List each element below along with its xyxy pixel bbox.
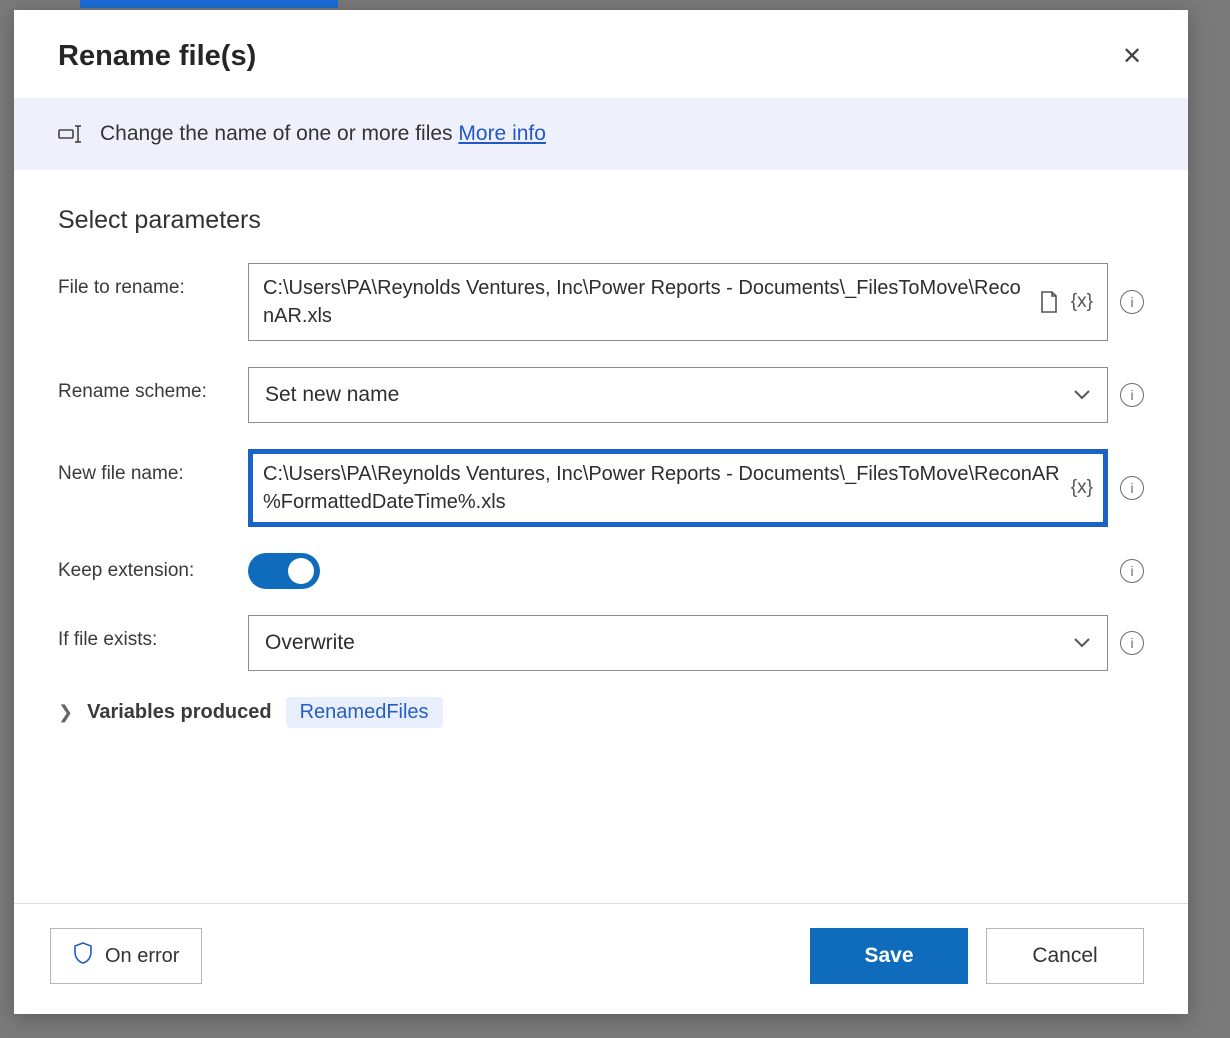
variable-chip-renamedfiles[interactable]: RenamedFiles — [286, 697, 443, 728]
save-button[interactable]: Save — [810, 928, 968, 984]
parameters-section-title: Select parameters — [58, 206, 1144, 235]
file-to-rename-input[interactable]: C:\Users\PA\Reynolds Ventures, Inc\Power… — [248, 263, 1108, 341]
close-icon: ✕ — [1122, 43, 1142, 70]
if-file-exists-label: If file exists: — [58, 615, 248, 651]
file-to-rename-value: C:\Users\PA\Reynolds Ventures, Inc\Power… — [263, 274, 1029, 330]
chevron-down-icon — [1073, 383, 1091, 407]
new-file-name-info-icon[interactable]: i — [1120, 476, 1144, 500]
file-picker-icon[interactable] — [1039, 290, 1059, 314]
new-file-name-input[interactable]: C:\Users\PA\Reynolds Ventures, Inc\Power… — [248, 449, 1108, 527]
if-file-exists-select[interactable]: Overwrite — [248, 615, 1108, 671]
variable-picker-icon[interactable]: {x} — [1071, 291, 1093, 313]
dialog-description-banner: Change the name of one or more files Mor… — [14, 98, 1188, 170]
variables-produced-row[interactable]: ❯ Variables produced RenamedFiles — [58, 697, 1144, 728]
close-button[interactable]: ✕ — [1114, 38, 1150, 74]
banner-text: Change the name of one or more files — [100, 122, 453, 145]
file-to-rename-label: File to rename: — [58, 263, 248, 299]
dialog-title: Rename file(s) — [58, 40, 256, 73]
new-file-name-label: New file name: — [58, 449, 248, 485]
cancel-button[interactable]: Cancel — [986, 928, 1144, 984]
rename-scheme-label: Rename scheme: — [58, 367, 248, 403]
on-error-label: On error — [105, 945, 179, 968]
keep-extension-toggle[interactable] — [248, 553, 320, 589]
variable-picker-icon[interactable]: {x} — [1071, 477, 1093, 499]
rename-scheme-info-icon[interactable]: i — [1120, 383, 1144, 407]
new-file-name-value: C:\Users\PA\Reynolds Ventures, Inc\Power… — [263, 460, 1061, 516]
keep-extension-label: Keep extension: — [58, 560, 248, 582]
variables-produced-label: Variables produced — [87, 701, 272, 724]
rename-scheme-select[interactable]: Set new name — [248, 367, 1108, 423]
chevron-down-icon — [1073, 631, 1091, 655]
chevron-right-icon: ❯ — [58, 702, 73, 723]
rename-icon — [58, 124, 84, 144]
shield-icon — [73, 941, 93, 971]
rename-scheme-value: Set new name — [265, 383, 399, 407]
on-error-button[interactable]: On error — [50, 928, 202, 984]
keep-extension-info-icon[interactable]: i — [1120, 559, 1144, 583]
rename-files-dialog: Rename file(s) ✕ Change the name of one … — [14, 10, 1188, 1014]
if-file-exists-value: Overwrite — [265, 631, 355, 655]
if-file-exists-info-icon[interactable]: i — [1120, 631, 1144, 655]
file-to-rename-info-icon[interactable]: i — [1120, 290, 1144, 314]
toggle-knob — [288, 558, 314, 584]
background-active-tab-marker — [80, 0, 338, 8]
more-info-link[interactable]: More info — [458, 122, 546, 145]
